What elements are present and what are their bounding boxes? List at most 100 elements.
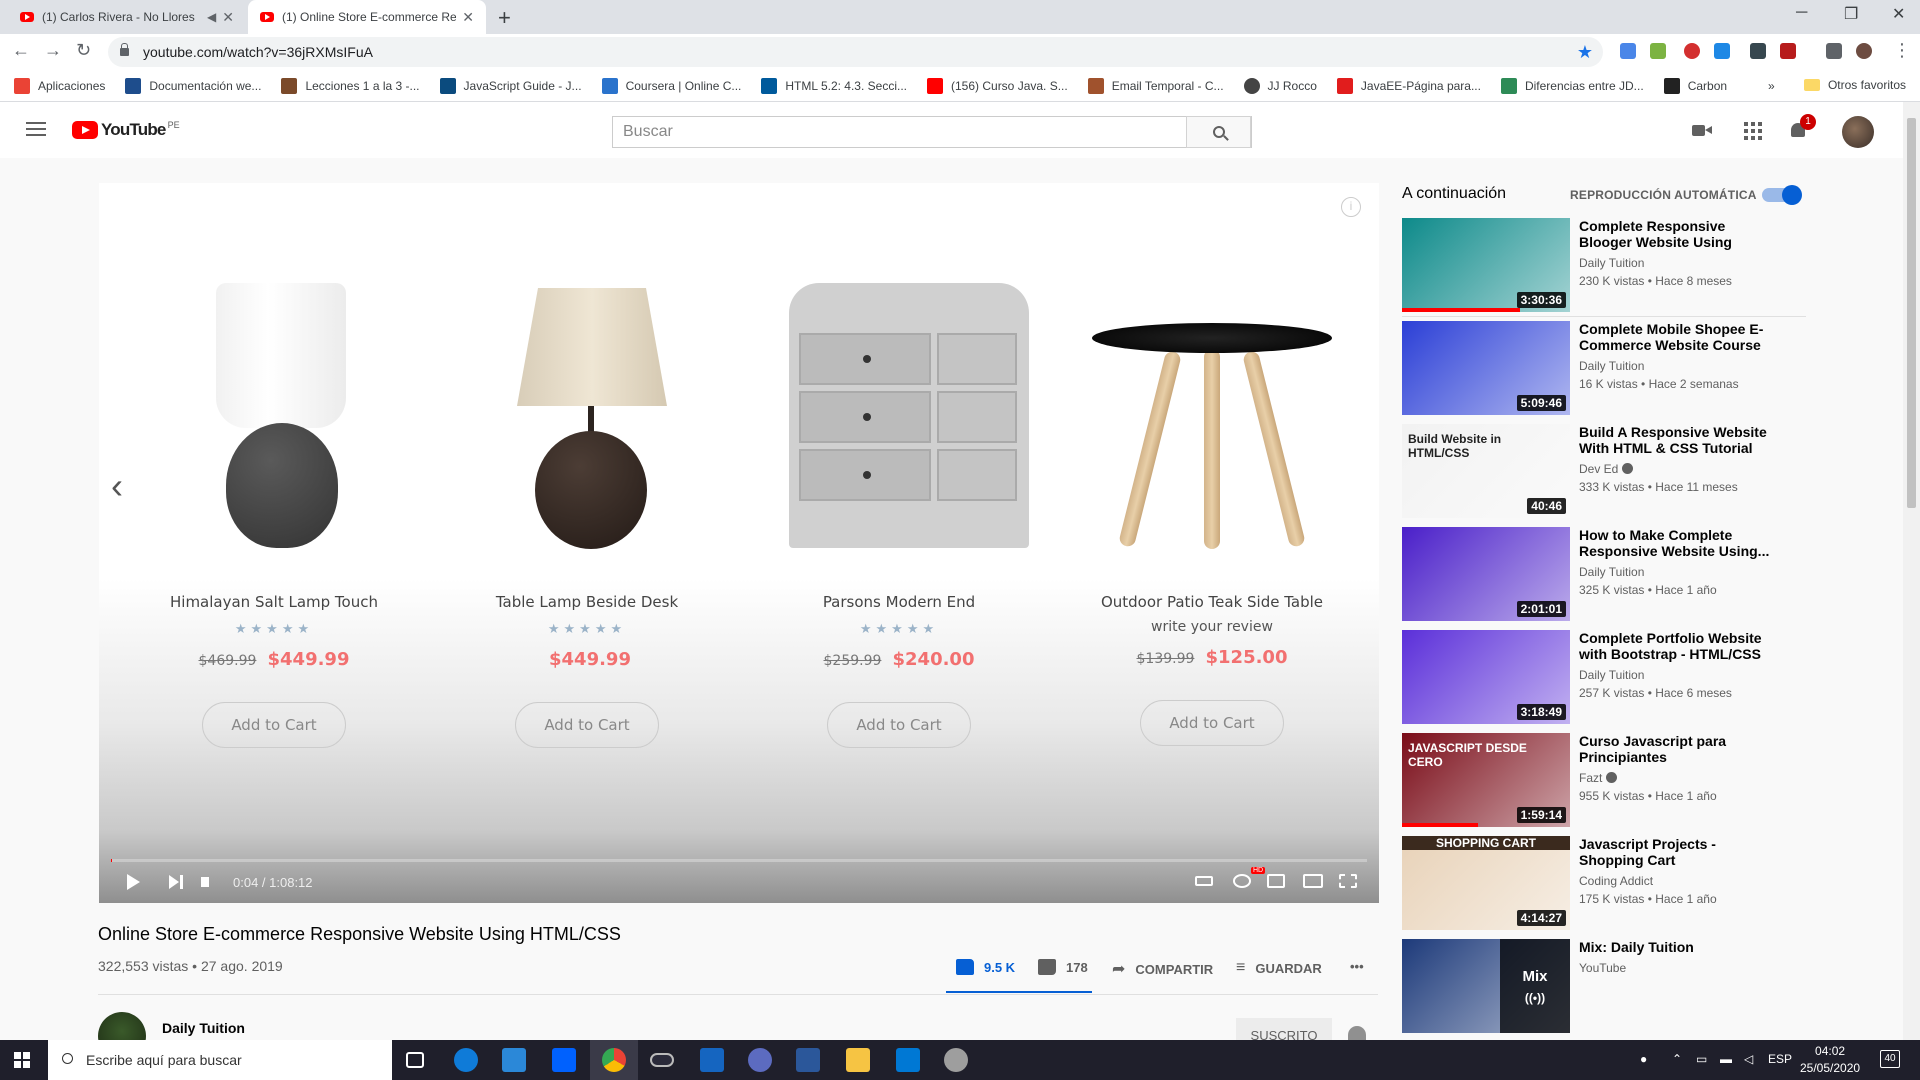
speaker-icon[interactable]: ◀ (207, 10, 216, 24)
video-player[interactable]: i ‹ Himalayan Salt Lamp Touch ★★★★★ $469… (99, 183, 1379, 903)
recommendation-item[interactable]: 3:18:49 Complete Portfolio Website with B… (1402, 630, 1806, 724)
translate-extension-icon[interactable] (1620, 43, 1636, 59)
recommendation-item[interactable]: Build Website in HTML/CSS 40:46 Build A Re… (1402, 424, 1806, 518)
fullscreen-icon[interactable] (1339, 874, 1357, 888)
create-video-icon[interactable] (1692, 120, 1714, 142)
volume-tray-icon[interactable]: ◁ (1744, 1052, 1753, 1066)
recommendation-title[interactable]: Javascript Projects - Shopping Cart (1579, 836, 1779, 868)
edge-browser-icon[interactable] (454, 1048, 478, 1072)
bookmark-item[interactable]: (156) Curso Java. S... (927, 77, 1068, 94)
miniplayer-icon[interactable] (1267, 874, 1285, 888)
recommendation-title[interactable]: How to Make Complete Responsive Website … (1579, 527, 1779, 559)
bookmark-item[interactable]: Documentación we... (125, 77, 261, 94)
windows-start-icon[interactable] (14, 1052, 30, 1068)
recommendation-item[interactable]: JAVASCRIPT DESDE CERO 1:59:14 Curso Javasc… (1402, 733, 1806, 827)
play-icon[interactable] (127, 874, 140, 890)
recommendation-item[interactable]: Mix ((•)) Mix: Daily Tuition YouTube (1402, 939, 1806, 1033)
save-button[interactable]: ≡ GUARDAR (1236, 959, 1322, 977)
channel-name[interactable]: Daily Tuition (162, 1020, 245, 1036)
video-thumbnail[interactable]: 5:09:46 (1402, 321, 1570, 415)
video-thumbnail[interactable]: Build Website in HTML/CSS 40:46 (1402, 424, 1570, 518)
scrollbar-thumb[interactable] (1907, 118, 1916, 508)
dropbox-icon[interactable] (552, 1048, 576, 1072)
video-thumbnail[interactable]: 3:30:36 (1402, 218, 1570, 312)
video-thumbnail[interactable]: 3:18:49 (1402, 630, 1570, 724)
recommendation-title[interactable]: Build A Responsive Website With HTML & C… (1579, 424, 1779, 456)
video-thumbnail[interactable]: 2:01:01 (1402, 527, 1570, 621)
recommendation-item[interactable]: 3:30:36 Complete Responsive Blooger Websi… (1402, 218, 1806, 312)
recommendation-channel[interactable]: Daily Tuition (1579, 256, 1779, 270)
recommendation-channel[interactable]: Daily Tuition (1579, 565, 1779, 579)
input-language[interactable]: ESP (1768, 1052, 1792, 1066)
app-icon[interactable] (748, 1048, 772, 1072)
recommendation-channel[interactable]: Dev Ed (1579, 462, 1779, 476)
address-bar[interactable]: youtube.com/watch?v=36jRXMsIFuA ★ (108, 37, 1603, 67)
settings-gear-icon[interactable] (1233, 874, 1251, 888)
browser-menu-icon[interactable]: ⋮ (1893, 40, 1911, 61)
autoplay-toggle[interactable] (1762, 185, 1802, 205)
recommendation-title[interactable]: Curso Javascript para Principiantes (1579, 733, 1779, 765)
account-avatar[interactable] (1842, 116, 1874, 148)
bookmark-item[interactable]: Carbon (1663, 77, 1727, 94)
search-button[interactable] (1186, 116, 1251, 148)
bookmark-item[interactable]: HTML 5.2: 4.3. Secci... (761, 77, 907, 94)
dislike-button[interactable]: 178 (1038, 959, 1088, 975)
close-window-button[interactable]: ✕ (1892, 4, 1905, 24)
bookmark-item[interactable]: JavaEE-Página para... (1336, 77, 1481, 94)
tray-app-icon[interactable]: ● (1640, 1052, 1647, 1066)
app-icon[interactable] (944, 1048, 968, 1072)
share-button[interactable]: ➦ COMPARTIR (1112, 959, 1213, 979)
extension-icon[interactable] (1750, 43, 1766, 59)
store-icon[interactable] (502, 1048, 526, 1072)
bookmark-item[interactable]: Diferencias entre JD... (1500, 77, 1644, 94)
mail-icon[interactable] (896, 1048, 920, 1072)
adblock-extension-icon[interactable] (1684, 43, 1700, 59)
file-explorer-icon[interactable] (846, 1048, 870, 1072)
hamburger-menu-icon[interactable] (26, 122, 46, 136)
bookmark-item[interactable]: JJ Rocco (1243, 77, 1317, 94)
back-arrow-icon[interactable]: ← (12, 40, 30, 61)
task-view-icon[interactable] (406, 1052, 424, 1068)
recommendation-channel[interactable]: Daily Tuition (1579, 359, 1779, 373)
recommendation-channel[interactable]: Fazt (1579, 771, 1779, 785)
new-tab-button[interactable]: + (498, 5, 511, 31)
youtube-logo[interactable]: YouTube PE (72, 120, 180, 140)
like-button[interactable]: 9.5 K (956, 959, 1015, 975)
network-icon[interactable]: ▭ (1696, 1052, 1707, 1066)
search-input[interactable]: Buscar (612, 116, 1252, 148)
bookmark-item[interactable]: Lecciones 1 a la 3 -... (281, 77, 420, 94)
video-thumbnail[interactable]: Mix ((•)) (1402, 939, 1570, 1033)
maximize-window-button[interactable]: ❐ (1844, 4, 1858, 24)
bookmark-item[interactable]: Aplicaciones (14, 77, 105, 94)
apps-icon[interactable] (1742, 120, 1764, 142)
pdf-extension-icon[interactable] (1780, 43, 1796, 59)
infinity-app-icon[interactable] (650, 1053, 674, 1067)
sheets-extension-icon[interactable] (1650, 43, 1666, 59)
recommendation-channel[interactable]: YouTube (1579, 961, 1779, 975)
bookmark-star-icon[interactable]: ★ (1577, 42, 1593, 63)
download-extension-icon[interactable] (1714, 43, 1730, 59)
media-control-icon[interactable] (1826, 43, 1842, 59)
page-scrollbar[interactable] (1903, 102, 1920, 1040)
next-video-icon[interactable] (169, 875, 183, 889)
recommendation-title[interactable]: Complete Responsive Blooger Website Usin… (1579, 218, 1779, 250)
bookmark-item[interactable]: Coursera | Online C... (601, 77, 741, 94)
webstorm-icon[interactable] (700, 1048, 724, 1072)
battery-icon[interactable]: ▬ (1720, 1052, 1732, 1066)
volume-icon[interactable] (201, 877, 209, 887)
recommendation-item[interactable]: SHOPPING CART 4:14:27 Javascript Projects … (1402, 836, 1806, 930)
minimize-window-button[interactable]: ─ (1796, 4, 1807, 22)
progress-bar[interactable] (111, 859, 1367, 862)
subtitles-icon[interactable] (1195, 876, 1213, 886)
recommendation-title[interactable]: Mix: Daily Tuition (1579, 939, 1779, 955)
recommendation-title[interactable]: Complete Mobile Shopee E-Commerce Websit… (1579, 321, 1779, 353)
chrome-icon[interactable] (602, 1048, 626, 1072)
recommendation-channel[interactable]: Coding Addict (1579, 874, 1779, 888)
system-clock[interactable]: 04:02 25/05/2020 (1800, 1043, 1860, 1077)
info-icon[interactable]: i (1341, 197, 1361, 217)
notification-center-icon[interactable]: 40 (1880, 1050, 1900, 1068)
more-actions-button[interactable]: ••• (1350, 959, 1364, 974)
bookmark-item[interactable]: Email Temporal - C... (1087, 77, 1224, 94)
recommendation-item[interactable]: 5:09:46 Complete Mobile Shopee E-Commerce… (1402, 321, 1806, 415)
browser-tab-2[interactable]: (1) Online Store E-commerce Res ✕ (248, 0, 486, 34)
